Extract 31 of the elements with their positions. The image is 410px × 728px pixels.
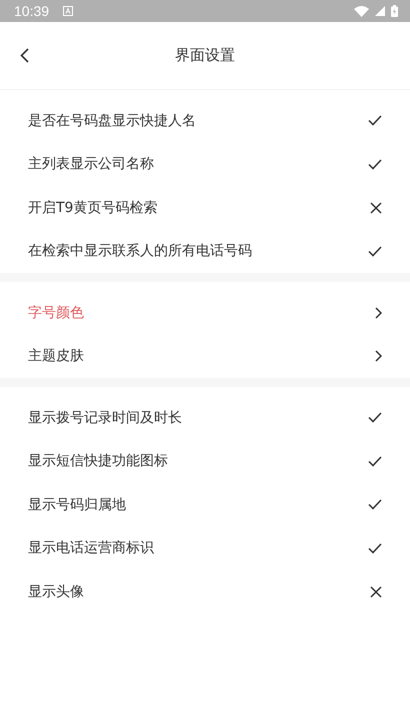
back-icon[interactable] (20, 48, 29, 63)
setting-label: 显示号码归属地 (28, 496, 126, 514)
chevron-right-icon (375, 350, 382, 362)
settings-row[interactable]: 显示头像 (0, 570, 410, 614)
status-time: 10:39 (14, 3, 50, 19)
setting-label: 显示电话运营商标识 (28, 539, 154, 558)
setting-label: 主题皮肤 (28, 347, 84, 366)
settings-row[interactable]: 是否在号码盘显示快捷人名 (0, 99, 410, 142)
setting-label: 开启T9黄页号码检索 (28, 198, 158, 217)
battery-icon (391, 5, 398, 17)
setting-label: 主列表显示公司名称 (28, 155, 154, 174)
chevron-right-icon (375, 306, 382, 319)
settings-row[interactable]: 显示电话运营商标识 (0, 526, 410, 570)
settings-row[interactable]: 主列表显示公司名称 (0, 142, 410, 186)
setting-label: 显示短信快捷功能图标 (28, 452, 168, 470)
settings-row[interactable]: 显示号码归属地 (0, 483, 410, 526)
page-title: 界面设置 (175, 46, 235, 65)
settings-row[interactable]: 显示拨号记录时间及时长 (0, 396, 410, 440)
setting-label: 是否在号码盘显示快捷人名 (28, 112, 196, 130)
wifi-icon (354, 6, 369, 16)
settings-row[interactable]: 字号颜色 (0, 291, 410, 334)
setting-label: 显示拨号记录时间及时长 (28, 408, 182, 427)
settings-row[interactable]: 主题皮肤 (0, 334, 410, 378)
setting-label: 在检索中显示联系人的所有电话号码 (28, 242, 252, 260)
setting-label: 字号颜色 (28, 304, 84, 322)
settings-row[interactable]: 在检索中显示联系人的所有电话号码 (0, 230, 410, 273)
signal-icon (375, 6, 385, 16)
setting-label: 显示头像 (28, 582, 84, 601)
settings-row[interactable]: 开启T9黄页号码检索 (0, 186, 410, 230)
settings-row[interactable]: 显示短信快捷功能图标 (0, 440, 410, 483)
notification-icon (63, 6, 74, 16)
